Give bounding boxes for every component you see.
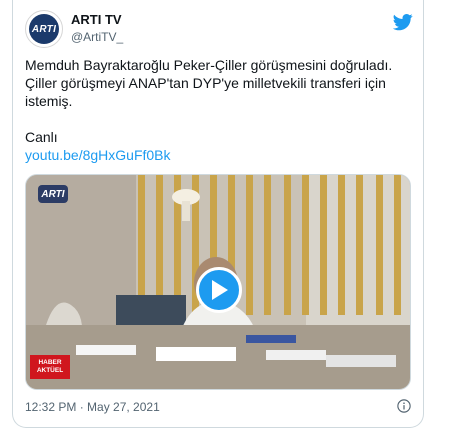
tweet-timestamp[interactable]: 12:32 PM · May 27, 2021: [25, 400, 160, 414]
avatar[interactable]: ARTI: [25, 10, 63, 48]
tweet-canli: Canlı: [25, 129, 58, 145]
play-button[interactable]: [196, 267, 242, 313]
tweet-body: Memduh Bayraktaroğlu Peker-Çiller görüşm…: [25, 57, 393, 109]
tweet-link[interactable]: youtu.be/8gHxGuFf0Bk: [25, 147, 171, 163]
news-badge: HABER AKTÜEL: [30, 355, 70, 379]
twitter-bird-icon[interactable]: [393, 12, 413, 32]
account-handle[interactable]: @ArtiTV_: [71, 30, 123, 44]
tweet-text: Memduh Bayraktaroğlu Peker-Çiller görüşm…: [25, 56, 411, 164]
channel-logo: ARTI: [38, 185, 68, 203]
info-icon[interactable]: [397, 399, 411, 413]
tweet-header: ARTI ARTI TV @ArtiTV_: [25, 10, 413, 50]
account-name[interactable]: ARTI TV: [71, 12, 122, 27]
avatar-logo: ARTI: [29, 14, 59, 44]
badge-line2: AKTÜEL: [36, 367, 64, 374]
video-thumbnail[interactable]: ARTI HABER AKTÜEL: [25, 174, 411, 390]
tweet-card[interactable]: ARTI ARTI TV @ArtiTV_ Memduh Bayraktaroğ…: [12, 0, 424, 428]
badge-line1: HABER: [38, 359, 62, 366]
avatar-text: ARTI: [31, 23, 57, 35]
play-icon: [212, 280, 228, 300]
